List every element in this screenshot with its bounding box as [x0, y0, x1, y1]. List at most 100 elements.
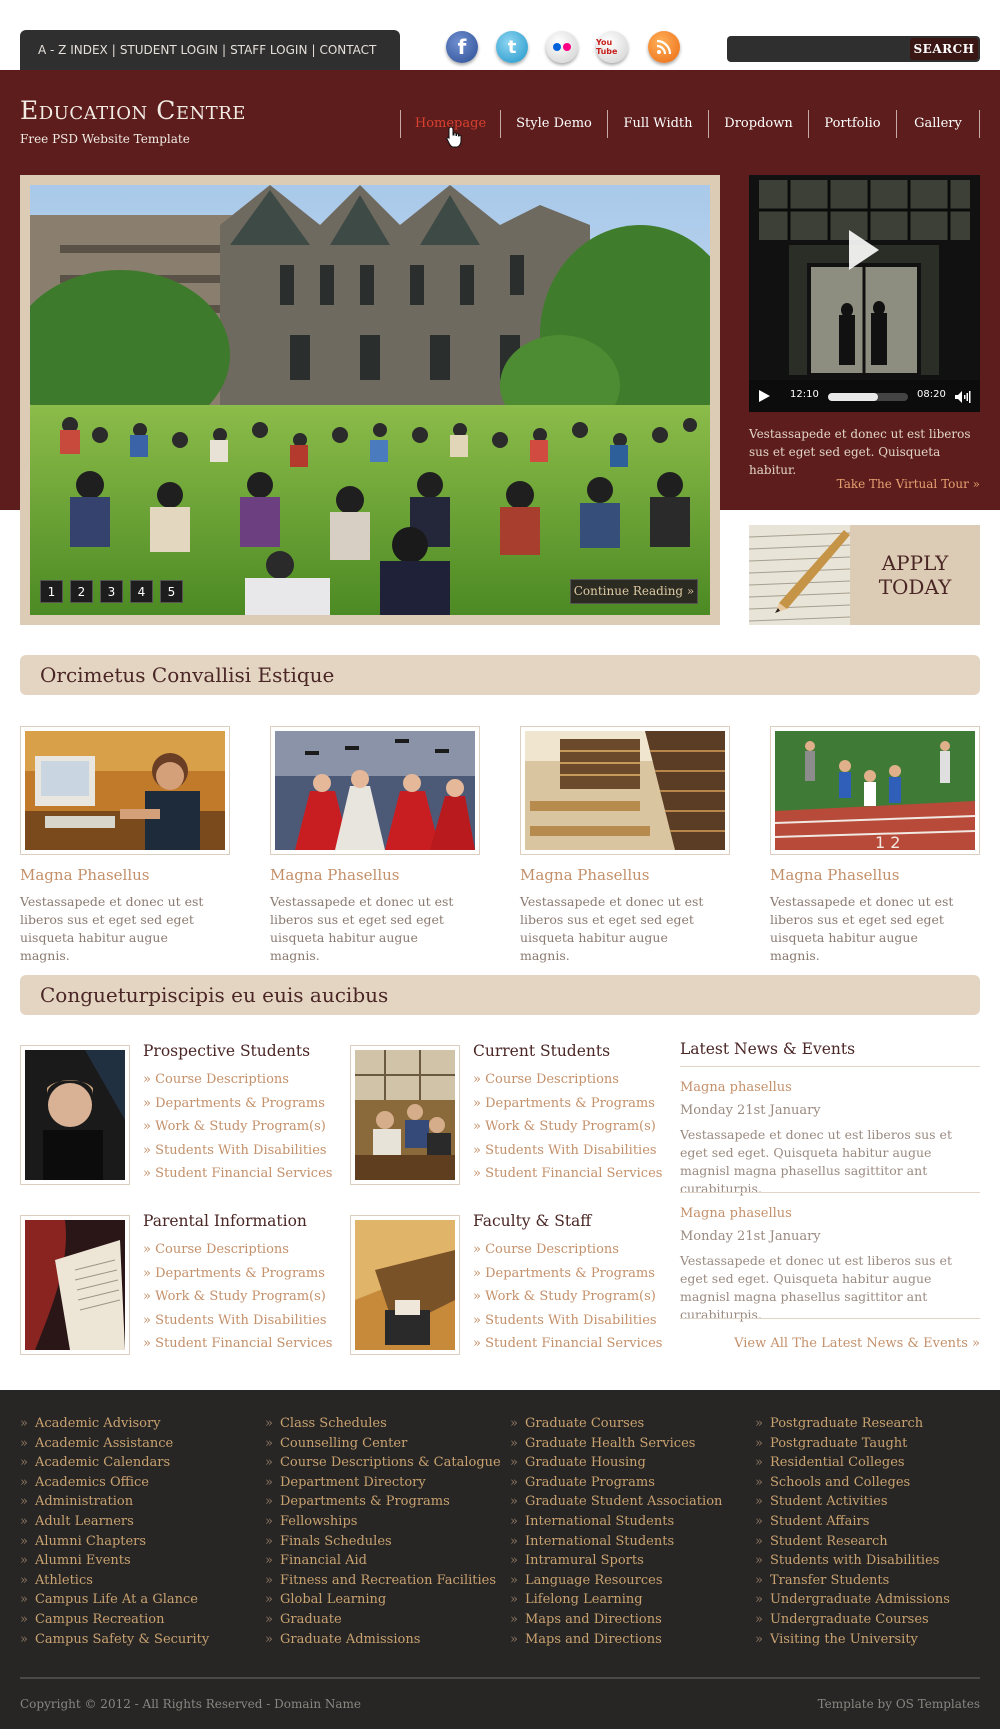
footer-link[interactable]: » Finals Schedules	[265, 1532, 501, 1552]
footer-link[interactable]: » Graduate Health Services	[510, 1434, 722, 1454]
link-students-disabilities[interactable]: » Students With Disabilities	[143, 1309, 332, 1333]
footer-link[interactable]: » Maps and Directions	[510, 1630, 722, 1650]
video-progress-track[interactable]	[828, 393, 908, 401]
footer-link[interactable]: » Class Schedules	[265, 1414, 501, 1434]
footer-link[interactable]: » Academics Office	[20, 1473, 209, 1493]
slider-page-5[interactable]: 5	[160, 580, 183, 603]
template-credit-link[interactable]: Template by OS Templates	[780, 1697, 980, 1711]
footer-link[interactable]: » Academic Assistance	[20, 1434, 209, 1454]
card-image-computer[interactable]	[25, 731, 225, 850]
link-students-disabilities[interactable]: » Students With Disabilities	[473, 1139, 662, 1163]
link-work-study[interactable]: » Work & Study Program(s)	[143, 1285, 332, 1309]
footer-link[interactable]: » Financial Aid	[265, 1551, 501, 1571]
footer-link[interactable]: » Graduate Courses	[510, 1414, 722, 1434]
continue-reading-button[interactable]: Continue Reading »	[570, 579, 698, 604]
slider-page-2[interactable]: 2	[70, 580, 93, 603]
link-financial-services[interactable]: » Student Financial Services	[143, 1162, 332, 1186]
link-work-study[interactable]: » Work & Study Program(s)	[473, 1285, 662, 1309]
news-item-title-1[interactable]: Magna phasellus	[680, 1080, 792, 1095]
footer-link[interactable]: » Student Affairs	[755, 1512, 950, 1532]
top-link-az-index[interactable]: A - Z INDEX	[38, 43, 108, 57]
apply-today-text[interactable]: APPLY TODAY	[855, 551, 975, 599]
link-work-study[interactable]: » Work & Study Program(s)	[143, 1115, 332, 1139]
link-students-disabilities[interactable]: » Students With Disabilities	[473, 1309, 662, 1333]
footer-link[interactable]: » Lifelong Learning	[510, 1590, 722, 1610]
footer-link[interactable]: » Postgraduate Research	[755, 1414, 950, 1434]
footer-link[interactable]: » Academic Calendars	[20, 1453, 209, 1473]
search-button[interactable]: SEARCH	[910, 38, 978, 60]
facebook-icon[interactable]: f	[446, 31, 478, 63]
card-title-1[interactable]: Magna Phasellus	[20, 866, 150, 884]
footer-link[interactable]: » Graduate Admissions	[265, 1630, 501, 1650]
thumb-image-faculty[interactable]	[355, 1220, 455, 1350]
footer-link[interactable]: » International Students	[510, 1512, 722, 1532]
slider-page-1[interactable]: 1	[40, 580, 63, 603]
top-link-student-login[interactable]: STUDENT LOGIN	[120, 43, 218, 57]
footer-link[interactable]: » Residential Colleges	[755, 1453, 950, 1473]
footer-link[interactable]: » Global Learning	[265, 1590, 501, 1610]
nav-item-portfolio[interactable]: Portfolio	[808, 110, 896, 138]
play-icon[interactable]	[757, 389, 771, 403]
footer-link[interactable]: » Student Activities	[755, 1492, 950, 1512]
footer-link[interactable]: » International Students	[510, 1532, 722, 1552]
link-departments-programs[interactable]: » Departments & Programs	[473, 1262, 662, 1286]
link-financial-services[interactable]: » Student Financial Services	[473, 1162, 662, 1186]
footer-link[interactable]: » Adult Learners	[20, 1512, 209, 1532]
link-course-descriptions[interactable]: » Course Descriptions	[473, 1238, 662, 1262]
card-image-graduation[interactable]	[275, 731, 475, 850]
link-students-disabilities[interactable]: » Students With Disabilities	[143, 1139, 332, 1163]
thumb-image-prospective[interactable]	[25, 1050, 125, 1180]
footer-link[interactable]: » Campus Safety & Security	[20, 1630, 209, 1650]
card-title-2[interactable]: Magna Phasellus	[270, 866, 400, 884]
footer-link[interactable]: » Alumni Events	[20, 1551, 209, 1571]
footer-link[interactable]: » Language Resources	[510, 1571, 722, 1591]
footer-link[interactable]: » Campus Recreation	[20, 1610, 209, 1630]
link-course-descriptions[interactable]: » Course Descriptions	[473, 1068, 662, 1092]
card-title-3[interactable]: Magna Phasellus	[520, 866, 650, 884]
thumb-image-parental[interactable]	[25, 1220, 125, 1350]
footer-link[interactable]: » Intramural Sports	[510, 1551, 722, 1571]
footer-link[interactable]: » Students with Disabilities	[755, 1551, 950, 1571]
footer-link[interactable]: » Athletics	[20, 1571, 209, 1591]
nav-item-gallery[interactable]: Gallery	[896, 110, 980, 138]
footer-link[interactable]: » Schools and Colleges	[755, 1473, 950, 1493]
footer-link[interactable]: » Fellowships	[265, 1512, 501, 1532]
youtube-icon[interactable]: You Tube	[596, 31, 628, 63]
rss-icon[interactable]	[648, 31, 680, 63]
slider-page-4[interactable]: 4	[130, 580, 153, 603]
link-course-descriptions[interactable]: » Course Descriptions	[143, 1238, 332, 1262]
slider-page-3[interactable]: 3	[100, 580, 123, 603]
nav-item-style-demo[interactable]: Style Demo	[500, 110, 607, 138]
footer-link[interactable]: » Visiting the University	[755, 1630, 950, 1650]
footer-link[interactable]: » Graduate Programs	[510, 1473, 722, 1493]
news-item-title-2[interactable]: Magna phasellus	[680, 1206, 792, 1221]
footer-link[interactable]: » Fitness and Recreation Facilities	[265, 1571, 501, 1591]
volume-icon[interactable]	[954, 390, 972, 404]
footer-link[interactable]: » Postgraduate Taught	[755, 1434, 950, 1454]
footer-link[interactable]: » Undergraduate Courses	[755, 1610, 950, 1630]
footer-link[interactable]: » Graduate Student Association	[510, 1492, 722, 1512]
nav-item-full-width[interactable]: Full Width	[607, 110, 708, 138]
search-input[interactable]	[735, 39, 907, 59]
view-all-news-link[interactable]: View All The Latest News & Events »	[680, 1336, 980, 1351]
link-course-descriptions[interactable]: » Course Descriptions	[143, 1068, 332, 1092]
link-financial-services[interactable]: » Student Financial Services	[473, 1332, 662, 1356]
video-player[interactable]	[749, 175, 980, 411]
link-work-study[interactable]: » Work & Study Program(s)	[473, 1115, 662, 1139]
footer-link[interactable]: » Graduate Housing	[510, 1453, 722, 1473]
nav-item-dropdown[interactable]: Dropdown	[708, 110, 808, 138]
footer-link[interactable]: » Counselling Center	[265, 1434, 501, 1454]
site-title[interactable]: Education Centre	[20, 96, 246, 125]
footer-link[interactable]: » Campus Life At a Glance	[20, 1590, 209, 1610]
card-title-4[interactable]: Magna Phasellus	[770, 866, 900, 884]
footer-link[interactable]: » Academic Advisory	[20, 1414, 209, 1434]
footer-link[interactable]: » Graduate	[265, 1610, 501, 1630]
flickr-icon[interactable]	[546, 31, 578, 63]
footer-link[interactable]: » Departments & Programs	[265, 1492, 501, 1512]
top-link-contact[interactable]: CONTACT	[319, 43, 376, 57]
footer-link[interactable]: » Maps and Directions	[510, 1610, 722, 1630]
footer-link[interactable]: » Transfer Students	[755, 1571, 950, 1591]
top-link-staff-login[interactable]: STAFF LOGIN	[230, 43, 307, 57]
footer-link[interactable]: » Administration	[20, 1492, 209, 1512]
footer-link[interactable]: » Alumni Chapters	[20, 1532, 209, 1552]
